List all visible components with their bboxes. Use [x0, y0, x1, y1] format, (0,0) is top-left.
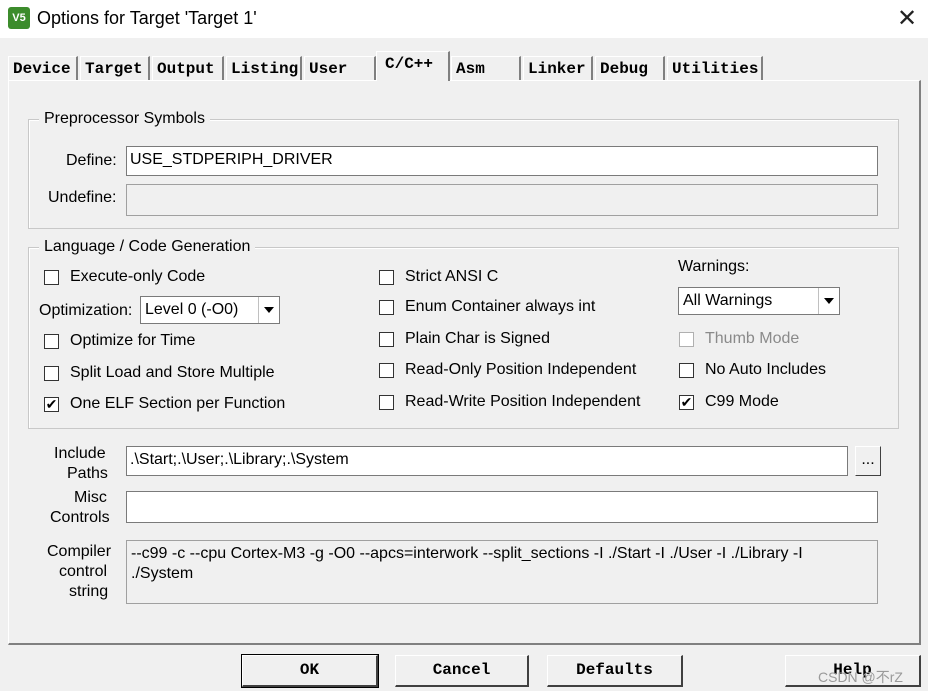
no-auto-includes-check-box[interactable]: [679, 362, 694, 378]
tab-asm[interactable]: Asm: [451, 56, 521, 80]
optimization-label: Optimization:: [39, 302, 133, 319]
window-title: Options for Target 'Target 1': [37, 8, 257, 28]
c99-mode-label: C99 Mode: [705, 393, 779, 410]
compiler-string-line1: --c99 -c --cpu Cortex-M3 -g -O0 --apcs=i…: [131, 545, 803, 562]
ok-button[interactable]: OK: [241, 654, 379, 688]
tab-utilities[interactable]: Utilities: [667, 56, 763, 80]
compiler-label-line1: Compiler: [47, 543, 112, 560]
language-group-label: Language / Code Generation: [39, 238, 256, 256]
optimize-time-label: Optimize for Time: [70, 332, 196, 349]
warnings-select[interactable]: All Warnings: [678, 287, 840, 315]
c99-mode-check-box[interactable]: ✔: [679, 394, 694, 410]
preprocessor-group-label: Preprocessor Symbols: [39, 110, 210, 128]
optimize-time-checkbox[interactable]: Optimize for Time: [44, 330, 195, 352]
one-elf-check-box[interactable]: ✔: [44, 396, 59, 412]
watermark: CSDN @不rZ: [818, 669, 903, 685]
thumb-mode-label: Thumb Mode: [705, 330, 800, 347]
tab-c-cpp[interactable]: C/C++: [376, 51, 450, 81]
app-icon: V5: [8, 7, 30, 29]
split-load-check-box[interactable]: [44, 365, 59, 381]
compiler-label-line3: string: [69, 583, 109, 600]
include-label-line2: Paths: [67, 465, 108, 482]
warnings-value: All Warnings: [683, 292, 773, 309]
plain-char-checkbox[interactable]: Plain Char is Signed: [379, 328, 550, 350]
optimization-value: Level 0 (-O0): [145, 301, 239, 318]
close-icon: ✕: [896, 5, 918, 32]
close-button[interactable]: ✕: [892, 4, 922, 34]
plain-char-label: Plain Char is Signed: [405, 330, 550, 347]
enum-container-check-box[interactable]: [379, 299, 394, 315]
split-load-checkbox[interactable]: Split Load and Store Multiple: [44, 362, 275, 384]
enum-container-label: Enum Container always int: [405, 298, 596, 315]
c99-mode-checkbox[interactable]: ✔ C99 Mode: [679, 391, 779, 413]
include-label-line1: Include: [54, 445, 106, 462]
ro-pi-check-box[interactable]: [379, 362, 394, 378]
tab-listing[interactable]: Listing: [226, 56, 302, 80]
plain-char-check-box[interactable]: [379, 331, 394, 347]
tab-output[interactable]: Output: [152, 56, 224, 80]
no-auto-includes-checkbox[interactable]: No Auto Includes: [679, 359, 826, 381]
enum-container-checkbox[interactable]: Enum Container always int: [379, 296, 595, 318]
optimize-time-check-box[interactable]: [44, 333, 59, 349]
tab-linker[interactable]: Linker: [523, 56, 593, 80]
define-label: Define:: [66, 152, 117, 169]
compiler-label-line2: control: [59, 563, 108, 580]
execute-only-check-box[interactable]: [44, 269, 59, 285]
chevron-down-icon[interactable]: [258, 297, 279, 323]
defaults-button[interactable]: Defaults: [547, 655, 683, 687]
tab-user[interactable]: User: [304, 56, 376, 80]
split-load-label: Split Load and Store Multiple: [70, 364, 275, 381]
chevron-down-icon[interactable]: [818, 288, 839, 314]
compiler-control-string[interactable]: --c99 -c --cpu Cortex-M3 -g -O0 --apcs=i…: [126, 540, 878, 604]
strict-ansi-check-box[interactable]: [379, 269, 394, 285]
undefine-field[interactable]: [126, 184, 878, 216]
execute-only-checkbox[interactable]: Execute-only Code: [44, 266, 205, 288]
no-auto-includes-label: No Auto Includes: [705, 361, 826, 378]
warnings-label: Warnings:: [678, 258, 750, 275]
strict-ansi-label: Strict ANSI C: [405, 268, 499, 285]
rw-pi-check-box[interactable]: [379, 394, 394, 410]
optimization-select[interactable]: Level 0 (-O0): [140, 296, 280, 324]
tab-device[interactable]: Device: [8, 56, 78, 80]
include-paths-field[interactable]: .\Start;.\User;.\Library;.\System: [126, 446, 848, 476]
tab-debug[interactable]: Debug: [595, 56, 665, 80]
execute-only-label: Execute-only Code: [70, 268, 206, 285]
one-elf-checkbox[interactable]: ✔ One ELF Section per Function: [44, 393, 285, 415]
include-browse-button[interactable]: ...: [855, 446, 881, 476]
misc-label-line2: Controls: [50, 509, 110, 526]
undefine-label: Undefine:: [48, 189, 117, 206]
compiler-string-line2: ./System: [131, 565, 194, 582]
ro-pi-label: Read-Only Position Independent: [405, 361, 637, 378]
thumb-mode-check-box: [679, 331, 694, 347]
tab-target[interactable]: Target: [80, 56, 150, 80]
cancel-button[interactable]: Cancel: [395, 655, 529, 687]
strict-ansi-checkbox[interactable]: Strict ANSI C: [379, 266, 498, 288]
define-field[interactable]: USE_STDPERIPH_DRIVER: [126, 146, 878, 176]
rw-pi-label: Read-Write Position Independent: [405, 393, 641, 410]
misc-label-line1: Misc: [74, 489, 107, 506]
thumb-mode-checkbox: Thumb Mode: [679, 328, 799, 350]
rw-pi-checkbox[interactable]: Read-Write Position Independent: [379, 391, 640, 413]
one-elf-label: One ELF Section per Function: [70, 395, 286, 412]
ro-pi-checkbox[interactable]: Read-Only Position Independent: [379, 359, 636, 381]
misc-controls-field[interactable]: [126, 491, 878, 523]
